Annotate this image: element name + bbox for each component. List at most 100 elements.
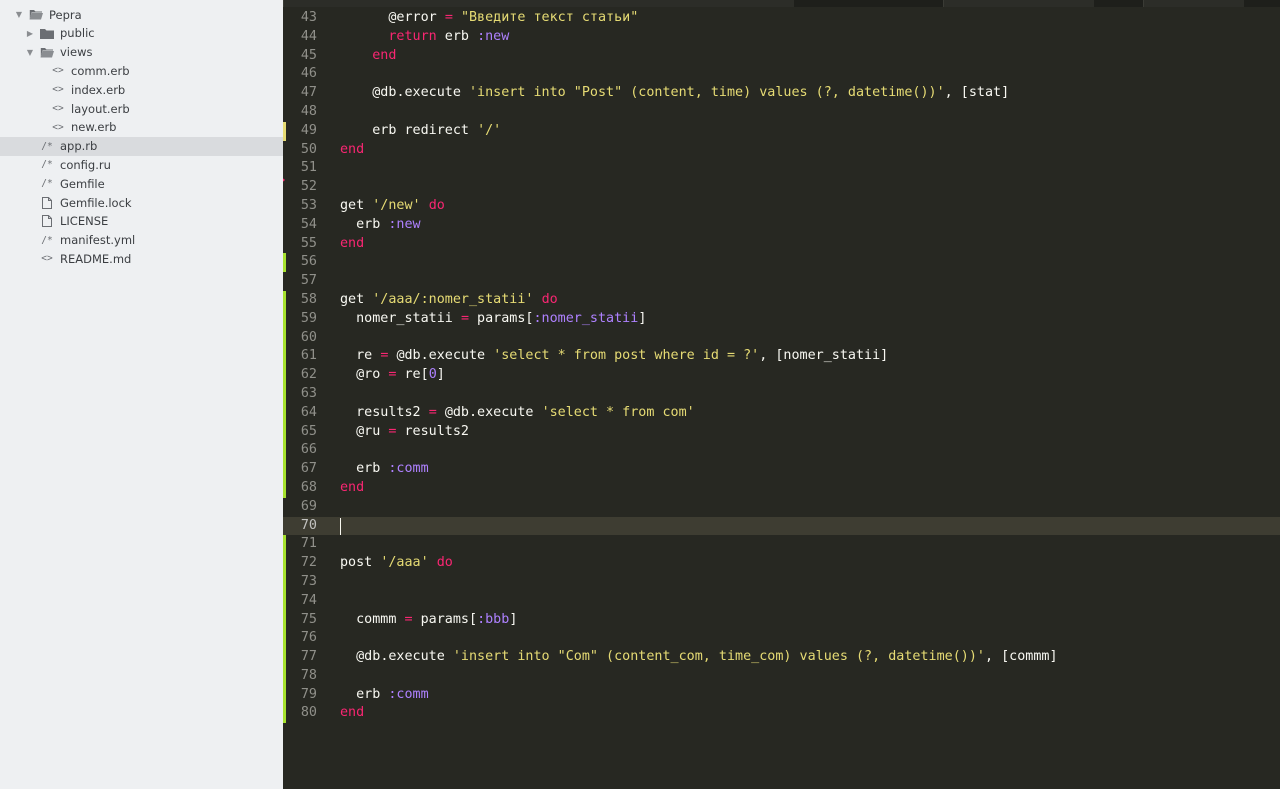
tree-file-license[interactable]: LICENSE [0, 212, 283, 231]
code-line[interactable]: 80 end [283, 704, 1280, 724]
code-line[interactable]: 70 [283, 516, 1280, 536]
code-token: end [340, 479, 365, 495]
code-line[interactable]: 49 erb redirect '/' [283, 121, 1280, 141]
code-token: do [428, 197, 445, 213]
code-line[interactable]: 46 [283, 65, 1280, 84]
code-line[interactable]: 57 [283, 272, 1280, 291]
line-number: 51 [300, 160, 317, 176]
tree-file-new-erb[interactable]: <> new.erb [0, 118, 283, 137]
tree-file-app-rb[interactable]: /* app.rb [0, 136, 283, 156]
code-line[interactable]: 72 post '/aaa' do [283, 554, 1280, 573]
code-line[interactable]: 63 [283, 384, 1280, 404]
code-line[interactable]: 79 erb :comm [283, 685, 1280, 705]
code-line[interactable]: 59 nomer_statii = params[:nomer_statii] [283, 309, 1280, 329]
tree-file-layout-erb[interactable]: <> layout.erb [0, 99, 283, 118]
code-line[interactable]: 71 [283, 535, 1280, 555]
code-token: '/aaa/:nomer_statii' [372, 291, 534, 307]
markup-file-icon: <> [52, 65, 64, 77]
line-number: 74 [300, 592, 317, 608]
disclosure-closed-icon[interactable]: ▶ [25, 29, 35, 38]
line-number: 79 [300, 686, 317, 702]
code-line[interactable]: 60 [283, 328, 1280, 348]
tree-file-gemfile-lock[interactable]: Gemfile.lock [0, 193, 283, 212]
tree-file-comm-erb[interactable]: <> comm.erb [0, 61, 283, 80]
code-line[interactable]: 58 get '/aaa/:nomer_statii' do [283, 290, 1280, 310]
code-file-icon: /* [41, 178, 53, 190]
code-line[interactable]: 55 end [283, 235, 1280, 254]
code-line[interactable]: 74 [283, 591, 1280, 611]
code-line[interactable]: 53 get '/new' do [283, 197, 1280, 216]
code-line[interactable]: 50 end [283, 141, 1280, 160]
line-number: 52 [300, 179, 317, 195]
code-token: get [340, 197, 373, 213]
code-line[interactable]: 56 [283, 253, 1280, 273]
code-line[interactable]: 69 [283, 498, 1280, 517]
tree-file-readme-md[interactable]: <> README.md [0, 249, 283, 268]
code-editor[interactable]: 43 @error = "Введите текст статьи" 44 ret… [283, 0, 1280, 789]
line-number: 49 [300, 122, 317, 138]
disclosure-open-icon[interactable]: ▼ [25, 48, 35, 57]
code-line[interactable]: 47 @db.execute 'insert into "Post" (cont… [283, 84, 1280, 103]
tree-item-label: Gemfile.lock [60, 195, 132, 210]
tree-item-label: config.ru [60, 157, 111, 172]
tree-item-label: manifest.yml [60, 233, 136, 248]
line-number: 48 [300, 103, 317, 119]
tree-file-index-erb[interactable]: <> index.erb [0, 80, 283, 99]
code-token: @db [372, 85, 397, 101]
code-line[interactable]: 51 [283, 159, 1280, 178]
tree-file-gemfile[interactable]: /* Gemfile [0, 174, 283, 193]
line-number: 60 [300, 329, 317, 345]
code-line[interactable]: 66 [283, 441, 1280, 461]
code-line[interactable]: 52 [283, 176, 1280, 197]
tree-item-label: app.rb [60, 139, 98, 154]
tab-other-2[interactable] [1143, 0, 1244, 7]
tree-folder-pepra[interactable]: ▼ Pepra [0, 5, 283, 24]
tree-file-config-ru[interactable]: /* config.ru [0, 155, 283, 174]
tree-item-label: index.erb [71, 82, 126, 97]
markup-file-icon: <> [52, 121, 64, 133]
code-line[interactable]: 61 re = @db.execute 'select * from post … [283, 347, 1280, 367]
code-token: erb redirect [340, 122, 478, 138]
code-line[interactable]: 44 return erb :new [283, 28, 1280, 47]
code-token: .execute [420, 348, 494, 364]
tree-folder-views[interactable]: ▼ views [0, 43, 283, 62]
code-line[interactable]: 76 [283, 629, 1280, 649]
code-text: erb :comm [340, 460, 429, 479]
code-token: 0 [428, 367, 437, 383]
line-number: 57 [300, 273, 317, 289]
code-line[interactable]: 45 end [283, 47, 1280, 66]
code-lines[interactable]: 43 @error = "Введите текст статьи" 44 ret… [283, 9, 1280, 724]
code-line[interactable]: 62 @ro = re[0] [283, 366, 1280, 385]
code-line[interactable]: 67 erb :comm [283, 460, 1280, 479]
tree-folder-public[interactable]: ▶ public [0, 24, 283, 43]
code-token: , [stat] [944, 85, 1010, 101]
code-line[interactable]: 78 [283, 666, 1280, 686]
code-line[interactable]: 48 [283, 103, 1280, 122]
line-number: 77 [300, 649, 317, 665]
tree-file-manifest-yml[interactable]: /* manifest.yml [0, 231, 283, 250]
code-line[interactable]: 64 results2 = @db.execute 'select * from… [283, 403, 1280, 423]
code-token: do [436, 555, 453, 571]
code-line[interactable]: 65 @ru = results2 [283, 422, 1280, 442]
code-line[interactable]: 77 @db.execute 'insert into "Com" (conte… [283, 648, 1280, 667]
code-line[interactable]: 54 erb :new [283, 216, 1280, 235]
code-line[interactable]: 73 [283, 572, 1280, 592]
line-number: 44 [300, 28, 317, 44]
code-line[interactable]: 75 commm = params[:bbb] [283, 610, 1280, 630]
code-line[interactable]: 43 @error = "Введите текст статьи" [283, 9, 1280, 28]
code-text: end [340, 704, 364, 723]
code-token: erb [340, 686, 389, 702]
tab-app-rb[interactable] [283, 0, 794, 7]
code-line[interactable]: 68 end [283, 478, 1280, 498]
tab-bar [283, 0, 1280, 7]
code-token: ] [509, 611, 518, 627]
tab-other[interactable] [943, 0, 1094, 7]
code-token: , [nomer_statii] [759, 348, 889, 364]
disclosure-open-icon[interactable]: ▼ [14, 10, 24, 19]
code-text: @error = "Введите текст статьи" [340, 9, 638, 28]
line-number: 62 [300, 367, 317, 383]
